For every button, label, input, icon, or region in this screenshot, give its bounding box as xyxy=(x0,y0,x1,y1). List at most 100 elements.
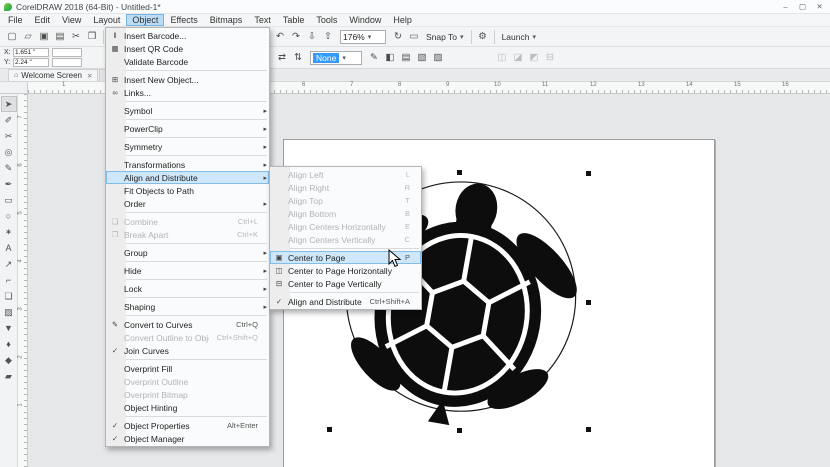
selection-handle[interactable] xyxy=(586,427,591,432)
copy-icon[interactable]: ❐ xyxy=(84,29,100,44)
rectangle-tool[interactable]: ▭ xyxy=(1,192,17,208)
menu-item-insert-qr-code[interactable]: ▦Insert QR Code xyxy=(106,42,269,55)
print-icon[interactable]: ▤ xyxy=(52,29,68,44)
menu-item-symmetry[interactable]: Symmetry▸ xyxy=(106,140,269,153)
menubar-item-tools[interactable]: Tools xyxy=(310,14,343,26)
menu-item-group[interactable]: Group▸ xyxy=(106,246,269,259)
selection-handle[interactable] xyxy=(586,300,591,305)
menubar-item-text[interactable]: Text xyxy=(248,14,277,26)
menu-item-shortcut: E xyxy=(405,222,410,231)
freehand-tool[interactable]: ✎ xyxy=(1,160,17,176)
selection-handle[interactable] xyxy=(586,171,591,176)
menu-item-object-properties[interactable]: ✓Object PropertiesAlt+Enter xyxy=(106,419,269,432)
menubar-item-effects[interactable]: Effects xyxy=(164,14,203,26)
menubar-item-help[interactable]: Help xyxy=(387,14,418,26)
menu-item-insert-new-object[interactable]: ⊞Insert New Object... xyxy=(106,73,269,86)
menubar-item-object[interactable]: Object xyxy=(126,14,164,26)
mirror-horizontal-icon[interactable]: ⇄ xyxy=(274,50,290,65)
selection-handle[interactable] xyxy=(457,170,462,175)
menu-item-powerclip[interactable]: PowerClip▸ xyxy=(106,122,269,135)
menubar-item-view[interactable]: View xyxy=(56,14,87,26)
menu-item-shaping[interactable]: Shaping▸ xyxy=(106,300,269,313)
y-position-field[interactable]: 2.24 " xyxy=(13,58,49,67)
zoom-level-combo[interactable]: 176% ▾ xyxy=(340,30,386,44)
crop-tool[interactable]: ✂ xyxy=(1,128,17,144)
undo-icon[interactable]: ↶ xyxy=(272,29,288,44)
menu-item-overprint-fill[interactable]: Overprint Fill xyxy=(106,362,269,375)
tab-welcome-screen[interactable]: ⌂ Welcome Screen ✕ xyxy=(8,69,98,81)
selection-handle[interactable] xyxy=(327,427,332,432)
menu-item-symbol[interactable]: Symbol▸ xyxy=(106,104,269,117)
menu-item-align-and-distribute[interactable]: ✓Align and DistributeCtrl+Shift+A xyxy=(270,295,421,308)
menubar-item-table[interactable]: Table xyxy=(277,14,311,26)
menubar-item-bitmaps[interactable]: Bitmaps xyxy=(204,14,249,26)
close-button[interactable]: ✕ xyxy=(811,0,828,13)
text-tool[interactable]: A xyxy=(1,240,17,256)
open-folder-icon[interactable]: ▱ xyxy=(20,29,36,44)
menu-item-align-and-distribute[interactable]: Align and Distribute▸ xyxy=(106,171,269,184)
ellipse-tool[interactable]: ○ xyxy=(1,208,17,224)
launch-button[interactable]: Launch ▾ xyxy=(502,32,536,42)
menu-item-order[interactable]: Order▸ xyxy=(106,197,269,210)
x-position-field[interactable]: 1.651 " xyxy=(13,48,49,57)
minimize-button[interactable]: – xyxy=(777,0,794,13)
connector-tool[interactable]: ⌐ xyxy=(1,272,17,288)
app-window: CorelDRAW 2018 (64-Bit) - Untitled-1* – … xyxy=(0,0,830,467)
wrap-paragraph-text-icon[interactable]: ▤ xyxy=(398,50,414,65)
selection-handle[interactable] xyxy=(457,428,462,433)
smart-fill-tool[interactable]: ▰ xyxy=(1,368,17,384)
object-height-field[interactable] xyxy=(52,58,82,67)
ruler-origin[interactable] xyxy=(0,82,28,94)
cut-icon[interactable]: ✂ xyxy=(68,29,84,44)
pick-tool[interactable]: ➤ xyxy=(1,96,17,112)
menu-item-transformations[interactable]: Transformations▸ xyxy=(106,158,269,171)
object-width-field[interactable] xyxy=(52,48,82,57)
save-icon[interactable]: ▣ xyxy=(36,29,52,44)
menu-item-center-to-page-vertically[interactable]: ⊟Center to Page Vertically xyxy=(270,277,421,290)
export-icon[interactable]: ⇧ xyxy=(320,29,336,44)
new-document-icon[interactable]: ▢ xyxy=(4,29,20,44)
zoom-tool[interactable]: ◎ xyxy=(1,144,17,160)
drop-shadow-tool[interactable]: ❏ xyxy=(1,288,17,304)
close-tab-icon[interactable]: ✕ xyxy=(87,72,92,80)
transparency-tool[interactable]: ▨ xyxy=(1,304,17,320)
menu-item-hide[interactable]: Hide▸ xyxy=(106,264,269,277)
snap-to-button[interactable]: Snap To ▾ xyxy=(426,32,464,42)
interactive-fill-tool[interactable]: ◆ xyxy=(1,352,17,368)
menu-item-lock[interactable]: Lock▸ xyxy=(106,282,269,295)
color-eyedropper-tool[interactable]: ▼ xyxy=(1,320,17,336)
artistic-media-tool[interactable]: ✒ xyxy=(1,176,17,192)
menu-item-fit-objects-to-path[interactable]: Fit Objects to Path xyxy=(106,184,269,197)
menubar-item-file[interactable]: File xyxy=(2,14,29,26)
parallel-dimension-tool[interactable]: ↗ xyxy=(1,256,17,272)
mirror-vertical-icon[interactable]: ⇅ xyxy=(290,50,306,65)
redo-icon[interactable]: ↷ xyxy=(288,29,304,44)
outline-width-combo[interactable]: None ▾ xyxy=(310,51,362,65)
check-icon: ✓ xyxy=(106,346,124,355)
menu-item-join-curves[interactable]: ✓Join Curves xyxy=(106,344,269,357)
fountain-fill-icon[interactable]: ◧ xyxy=(382,50,398,65)
menu-item-validate-barcode[interactable]: Validate Barcode xyxy=(106,55,269,68)
polygon-tool[interactable]: ✶ xyxy=(1,224,17,240)
import-icon[interactable]: ⇩ xyxy=(304,29,320,44)
vertical-ruler[interactable]: 7654321 xyxy=(18,94,28,467)
shape-tool[interactable]: ✐ xyxy=(1,112,17,128)
menu-item-label: Links... xyxy=(124,88,250,98)
outline-pen-tool[interactable]: ♦ xyxy=(1,336,17,352)
outline-pen-icon[interactable]: ✎ xyxy=(366,50,382,65)
menu-item-insert-barcode[interactable]: ‖Insert Barcode... xyxy=(106,29,269,42)
menubar-item-window[interactable]: Window xyxy=(343,14,387,26)
to-front-icon[interactable]: ▧ xyxy=(414,50,430,65)
menu-item-object-hinting[interactable]: Object Hinting xyxy=(106,401,269,414)
menu-item-convert-to-curves[interactable]: ✎Convert to CurvesCtrl+Q xyxy=(106,318,269,331)
show-fullscreen-icon[interactable]: ▭ xyxy=(406,29,422,44)
menubar-item-edit[interactable]: Edit xyxy=(29,14,57,26)
menubar-item-layout[interactable]: Layout xyxy=(87,14,126,26)
refresh-icon[interactable]: ↻ xyxy=(390,29,406,44)
window-title: CorelDRAW 2018 (64-Bit) - Untitled-1* xyxy=(16,2,161,12)
menu-item-object-manager[interactable]: ✓Object Manager xyxy=(106,432,269,445)
options-gear-icon[interactable]: ⚙ xyxy=(475,29,491,44)
menu-item-links[interactable]: ∞Links... xyxy=(106,86,269,99)
to-back-icon[interactable]: ▨ xyxy=(430,50,446,65)
maximize-button[interactable]: ▢ xyxy=(794,0,811,13)
